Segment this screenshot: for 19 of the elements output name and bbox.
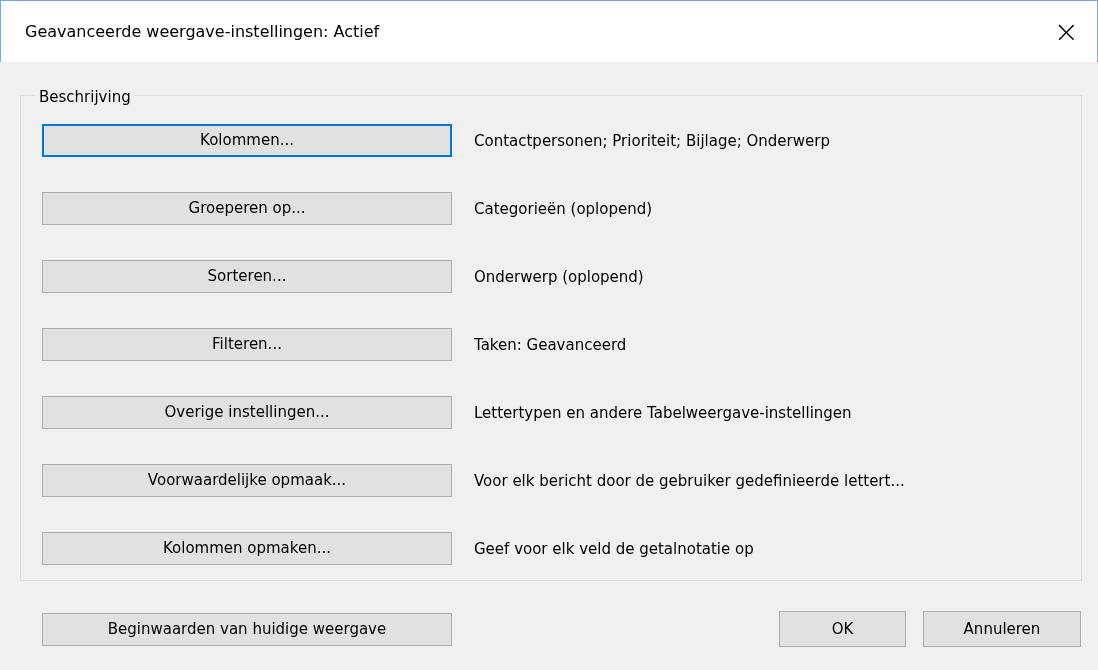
window-title: Geavanceerde weergave-instellingen: Actief xyxy=(25,20,380,43)
row-button[interactable]: Kolommen... xyxy=(42,124,452,157)
cancel-button[interactable]: Annuleren xyxy=(923,611,1081,647)
row-button[interactable]: Voorwaardelijke opmaak... xyxy=(42,464,452,497)
row-button[interactable]: Kolommen opmaken... xyxy=(42,532,452,565)
row-description: Taken: Geavanceerd xyxy=(474,335,627,356)
row-button[interactable]: Filteren... xyxy=(42,328,452,361)
row-description: Voor elk bericht door de gebruiker gedefinieerde lettert... xyxy=(474,471,905,492)
reset-button[interactable]: Beginwaarden van huidige weergave xyxy=(42,612,452,646)
row-description: Geef voor elk veld de getalnotatie op xyxy=(474,539,754,560)
ok-button[interactable]: OK xyxy=(779,611,906,647)
row-description: Categorieën (oplopend) xyxy=(474,199,653,220)
row-description: Onderwerp (oplopend) xyxy=(474,267,644,288)
row-button[interactable]: Overige instellingen... xyxy=(42,396,452,429)
row-description: Lettertypen en andere Tabelweergave-instellingen xyxy=(474,403,852,424)
row-button[interactable]: Groeperen op... xyxy=(42,192,452,225)
row-description: Contactpersonen; Prioriteit; Bijlage; Onderwerp xyxy=(474,131,830,152)
close-button[interactable]: × xyxy=(1049,16,1083,47)
row-button[interactable]: Sorteren... xyxy=(42,260,452,293)
